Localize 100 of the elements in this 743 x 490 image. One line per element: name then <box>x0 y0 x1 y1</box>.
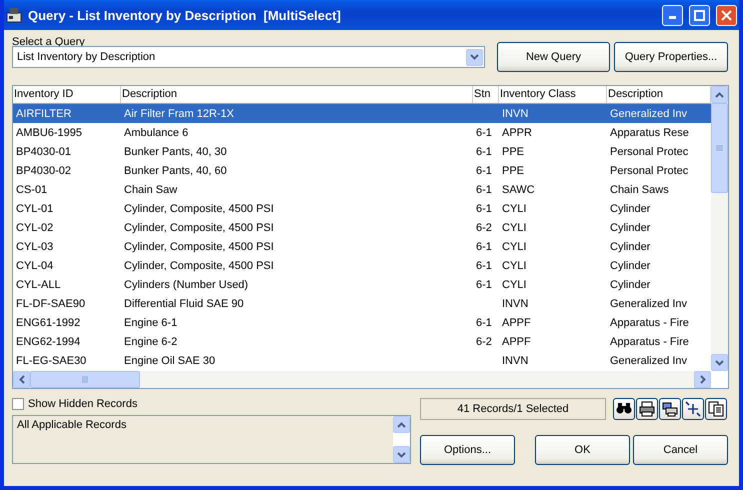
options-button[interactable]: Options... <box>420 435 515 465</box>
table-row[interactable]: AMBU6-1995 Ambulance 6 6-1 APPR Apparatus Rese <box>13 123 711 142</box>
table-cell-text: INVN <box>501 108 530 120</box>
scroll-up-button[interactable] <box>393 416 410 433</box>
scroll-down-button[interactable] <box>393 446 410 463</box>
table-cell-text: Engine Oil SAE 30 <box>123 354 216 366</box>
table-cell-text: Chain Saws <box>609 184 670 196</box>
table-cell-text: CYL-02 <box>15 222 54 234</box>
toolbar-button[interactable] <box>705 398 727 420</box>
table-cell-text: INVN <box>501 298 530 310</box>
column-header[interactable]: Description <box>121 86 473 103</box>
table-cell-text: Differential Fluid SAE 90 <box>123 298 245 310</box>
table-cell-text: Generalized Inv <box>609 354 688 366</box>
table-cell-text: 6-1 <box>475 164 493 176</box>
table-row[interactable]: FL-EG-SAE30 Engine Oil SAE 30 INVN Generalized Inv <box>13 351 711 370</box>
table-row[interactable]: ENG62-1994 Engine 6-2 6-2 APPF Apparatus - Fire <box>13 332 711 351</box>
table-row[interactable]: BP4030-01 Bunker Pants, 40, 30 6-1 PPE Personal Protec <box>13 142 711 161</box>
table-cell-text: ENG61-1992 <box>15 316 82 328</box>
table-cell-text: Engine 6-2 <box>123 336 178 348</box>
close-button[interactable] <box>716 4 737 26</box>
column-header[interactable]: Description <box>607 86 711 103</box>
table-row[interactable]: FL-DF-SAE90 Differential Fluid SAE 90 INVN Generalized Inv <box>13 294 711 313</box>
table-cell-text: APPF <box>501 316 532 328</box>
table-cell-text: 6-1 <box>475 146 493 158</box>
table-cell-text: PPE <box>501 146 526 158</box>
table-cell-text: 6-1 <box>475 316 493 328</box>
column-header[interactable]: Inventory ID <box>13 86 121 103</box>
table-cell-text: FL-DF-SAE90 <box>15 298 86 310</box>
horizontal-scrollbar[interactable] <box>13 371 711 388</box>
table-row[interactable]: CYL-03 Cylinder, Composite, 4500 PSI 6-1 CYLI Cylinder <box>13 237 711 256</box>
table-row[interactable]: BP4030-02 Bunker Pants, 40, 60 6-1 PPE Personal Protec <box>13 161 711 180</box>
query-properties-button[interactable]: Query Properties... <box>614 42 728 72</box>
table-cell-text: 6-1 <box>475 202 493 214</box>
table-cell-text: Bunker Pants, 40, 60 <box>123 164 228 176</box>
minimize-button[interactable] <box>662 4 683 26</box>
table-cell-text: Cylinders (Number Used) <box>123 278 250 290</box>
printer-icon <box>661 400 679 418</box>
table-cell-text: Bunker Pants, 40, 30 <box>123 146 228 158</box>
table-cell-text: Cylinder <box>609 260 652 272</box>
maximize-button[interactable] <box>689 4 710 26</box>
scroll-left-button[interactable] <box>13 371 30 388</box>
toolbar-button[interactable] <box>682 398 704 420</box>
table-row[interactable]: CYL-04 Cylinder, Composite, 4500 PSI 6-1 CYLI Cylinder <box>13 256 711 275</box>
table-cell-text: CYLI <box>501 278 528 290</box>
table-cell-text: Cylinder, Composite, 4500 PSI <box>123 240 275 252</box>
table-cell-text: CYLI <box>501 260 528 272</box>
table-cell-text: Apparatus - Fire <box>609 336 690 348</box>
table-cell-text: Generalized Inv <box>609 298 688 310</box>
table-cell-text: Generalized Inv <box>609 108 688 120</box>
table-row[interactable]: ENG61-1992 Engine 6-1 6-1 APPF Apparatus - Fire <box>13 313 711 332</box>
column-header[interactable]: Stn <box>473 86 499 103</box>
copy-icon <box>707 400 725 418</box>
table-cell-text: Cylinder, Composite, 4500 PSI <box>123 260 275 272</box>
field-label: Select a Query <box>12 36 86 48</box>
query-dropdown[interactable]: List Inventory by Description <box>12 46 485 68</box>
table-cell-text: 6-1 <box>475 260 493 272</box>
cancel-button[interactable]: Cancel <box>633 435 728 465</box>
table-cell-text: 6-1 <box>475 240 493 252</box>
scroll-down-button[interactable] <box>711 354 728 371</box>
table-cell-text: 6-1 <box>475 126 493 138</box>
checkbox[interactable] <box>12 398 24 410</box>
table-cell-text: Apparatus - Fire <box>609 316 690 328</box>
table-cell-text: CYL-ALL <box>15 278 62 290</box>
scroll-up-button[interactable] <box>711 86 728 103</box>
close-icon <box>721 10 732 20</box>
table-cell-text: Air Filter Fram 12R-1X <box>123 108 236 120</box>
table-cell-text: Engine 6-1 <box>123 316 178 328</box>
table-cell-text: Cylinder <box>609 278 652 290</box>
app-icon <box>6 7 22 23</box>
table-cell-text: BP4030-02 <box>15 164 72 176</box>
table-row[interactable]: CYL-ALL Cylinders (Number Used) 6-1 CYLI Cylinder <box>13 275 711 294</box>
toolbar-button[interactable] <box>659 398 681 420</box>
table-cell-text: ENG62-1994 <box>15 336 82 348</box>
table-cell-text: 6-1 <box>475 184 493 196</box>
table-cell-text: 6-1 <box>475 278 493 290</box>
table-cell-text: CYL-03 <box>15 240 54 252</box>
table-cell-text: CYL-01 <box>15 202 54 214</box>
table-cell-text: CYLI <box>501 222 528 234</box>
table-row[interactable]: CYL-02 Cylinder, Composite, 4500 PSI 6-2 CYLI Cylinder <box>13 218 711 237</box>
table-cell-text: AIRFILTER <box>15 108 72 120</box>
new-query-button[interactable]: New Query <box>497 42 610 72</box>
table-cell-text: INVN <box>501 354 530 366</box>
table-cell-text: Chain Saw <box>123 184 178 196</box>
column-header[interactable]: Inventory Class <box>499 86 607 103</box>
window-title: Query - List Inventory by Description [MultiSelect] <box>28 8 342 22</box>
toolbar-button[interactable] <box>636 398 658 420</box>
scroll-thumb[interactable] <box>30 371 140 388</box>
toolbar-button[interactable] <box>613 398 635 420</box>
scroll-right-button[interactable] <box>694 371 711 388</box>
table-row[interactable]: AIRFILTER Air Filter Fram 12R-1X INVN Generalized Inv <box>13 104 711 123</box>
record-count: 41 Records/1 Selected <box>420 398 606 420</box>
scroll-thumb[interactable] <box>711 103 728 193</box>
table-row[interactable]: CYL-01 Cylinder, Composite, 4500 PSI 6-1 CYLI Cylinder <box>13 199 711 218</box>
vertical-scrollbar[interactable] <box>711 86 728 371</box>
table-row[interactable]: CS-01 Chain Saw 6-1 SAWC Chain Saws <box>13 180 711 199</box>
ok-button[interactable]: OK <box>535 435 630 465</box>
table-cell-text: APPF <box>501 336 532 348</box>
table-cell-text: Personal Protec <box>609 146 690 158</box>
table-cell-text: CS-01 <box>15 184 48 196</box>
table-cell-text: PPE <box>501 164 526 176</box>
